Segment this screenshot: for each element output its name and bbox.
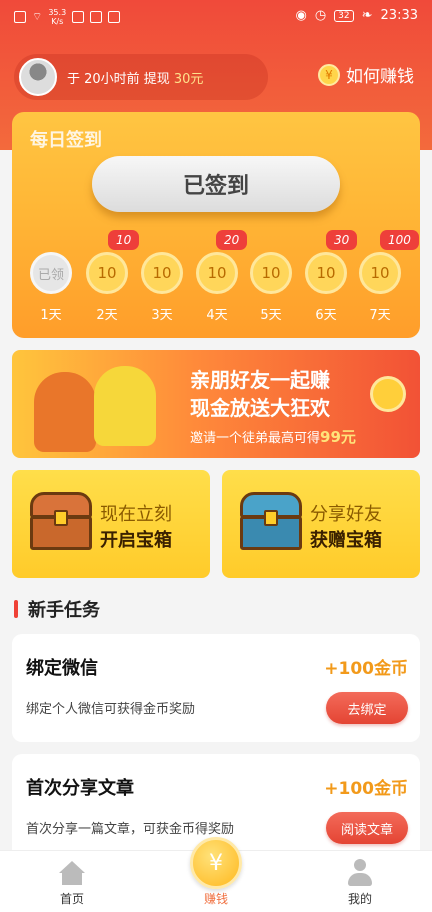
day-label: 1天 bbox=[40, 308, 62, 323]
how-to-earn-link[interactable]: ¥ 如何赚钱 bbox=[318, 62, 414, 87]
bonus-badge-day2: 10 bbox=[108, 230, 140, 250]
task-card-bind-wechat: 绑定微信 +100金币 绑定个人微信可获得金币奖励 去绑定 bbox=[12, 634, 420, 742]
day-label: 2天 bbox=[96, 308, 118, 323]
yuan-coin-icon: ¥ bbox=[318, 63, 340, 86]
banner-headline-1: 亲朋好友一起赚 bbox=[190, 368, 330, 392]
day-coin: 10 bbox=[359, 252, 401, 294]
app-notification-icon bbox=[90, 11, 103, 23]
how-to-earn-label: 如何赚钱 bbox=[346, 67, 414, 87]
alarm-icon: ◷ bbox=[314, 8, 327, 23]
friend-figure-illustration bbox=[94, 366, 156, 446]
gold-coin-icon bbox=[370, 376, 406, 412]
yuan-coin-icon: ¥ bbox=[190, 837, 242, 889]
eye-icon: ◉ bbox=[295, 8, 307, 23]
bonus-badge-day6: 30 bbox=[326, 230, 358, 250]
day-coin: 10 bbox=[250, 252, 292, 294]
section-title: 新手任务 bbox=[14, 596, 100, 622]
treasure-chest-icon bbox=[30, 492, 92, 550]
day-coin: 10 bbox=[141, 252, 183, 294]
task-title: 首次分享文章 bbox=[26, 778, 134, 799]
task-description: 绑定个人微信可获得金币奖励 bbox=[26, 702, 196, 717]
open-chest-card[interactable]: 现在立刻 开启宝箱 bbox=[12, 470, 210, 578]
withdraw-ticker[interactable]: 于 20小时前 提现 30元 bbox=[14, 54, 268, 100]
leaf-icon: ❧ bbox=[361, 8, 373, 23]
day-coin: 已领 bbox=[30, 252, 72, 294]
app-notification-icon bbox=[108, 11, 121, 23]
checkin-title: 每日签到 bbox=[30, 130, 102, 151]
chest-line1: 分享好友 bbox=[310, 504, 382, 525]
withdraw-amount: 30元 bbox=[173, 71, 204, 87]
task-reward: +100金币 bbox=[324, 779, 408, 799]
net-speed: 35.3 K/s bbox=[48, 8, 67, 26]
section-accent-bar bbox=[14, 600, 18, 618]
tab-earn[interactable]: ¥ 赚钱 bbox=[166, 837, 266, 912]
app-notification-icon bbox=[72, 11, 85, 23]
chest-line2: 获赠宝箱 bbox=[310, 530, 382, 551]
tab-earn-label: 赚钱 bbox=[203, 892, 228, 906]
wifi-icon: ⌔ bbox=[32, 10, 43, 23]
sim-icon bbox=[14, 11, 26, 23]
day-label: 3天 bbox=[151, 308, 173, 323]
task-description: 首次分享一篇文章，可获金币得奖励 bbox=[26, 822, 235, 837]
checkin-day-7: 10 7天 bbox=[359, 252, 401, 323]
task-reward: +100金币 bbox=[324, 659, 408, 679]
checkin-day-4: 10 4天 bbox=[196, 252, 238, 323]
chest-line2: 开启宝箱 bbox=[100, 530, 172, 551]
checked-in-button[interactable]: 已签到 bbox=[92, 156, 340, 212]
friend-figure-illustration bbox=[34, 372, 96, 452]
day-coin: 10 bbox=[196, 252, 238, 294]
treasure-chest-icon bbox=[240, 492, 302, 550]
share-chest-card[interactable]: 分享好友 获赠宝箱 bbox=[222, 470, 420, 578]
home-icon bbox=[59, 861, 85, 885]
status-bar: ⌔ 35.3 K/s ◉ ◷ 32 ❧ 23:33 bbox=[0, 0, 432, 34]
bonus-badge-day4: 20 bbox=[216, 230, 248, 250]
daily-checkin-card: 每日签到 已签到 10 20 30 100 已领 1天 10 2天 10 3天 … bbox=[12, 112, 420, 338]
day-label: 5天 bbox=[260, 308, 282, 323]
checkin-day-5: 10 5天 bbox=[250, 252, 292, 323]
banner-headline-2: 现金放送大狂欢 bbox=[190, 396, 330, 420]
clock-time: 23:33 bbox=[380, 8, 418, 23]
tab-home-label: 首页 bbox=[59, 892, 84, 906]
avatar bbox=[19, 58, 57, 96]
day-label: 7天 bbox=[369, 308, 391, 323]
task-title: 绑定微信 bbox=[26, 658, 98, 679]
banner-subtext: 邀请一个徒弟最高可得99元 bbox=[190, 428, 356, 446]
invite-friends-banner[interactable]: 亲朋好友一起赚 现金放送大狂欢 邀请一个徒弟最高可得99元 bbox=[12, 350, 420, 458]
battery-indicator: 32 bbox=[334, 9, 354, 22]
day-label: 6天 bbox=[315, 308, 337, 323]
read-article-button[interactable]: 阅读文章 bbox=[326, 812, 408, 844]
day-coin: 10 bbox=[305, 252, 347, 294]
day-label: 4天 bbox=[206, 308, 228, 323]
tab-me[interactable]: 我的 bbox=[310, 851, 410, 912]
chest-line1: 现在立刻 bbox=[100, 504, 172, 525]
withdraw-text: 于 20小时前 提现 30元 bbox=[67, 71, 204, 87]
checkin-day-1: 已领 1天 bbox=[30, 252, 72, 323]
bind-wechat-button[interactable]: 去绑定 bbox=[326, 692, 408, 724]
day-coin: 10 bbox=[86, 252, 128, 294]
bottom-tab-bar: 首页 ¥ 赚钱 我的 bbox=[0, 837, 432, 912]
tab-home[interactable]: 首页 bbox=[22, 851, 122, 912]
checkin-day-6: 10 6天 bbox=[305, 252, 347, 323]
person-icon bbox=[346, 859, 374, 887]
bonus-badge-day7: 100 bbox=[380, 230, 419, 250]
tab-me-label: 我的 bbox=[347, 892, 372, 906]
checkin-day-2: 10 2天 bbox=[86, 252, 128, 323]
checkin-day-3: 10 3天 bbox=[141, 252, 183, 323]
